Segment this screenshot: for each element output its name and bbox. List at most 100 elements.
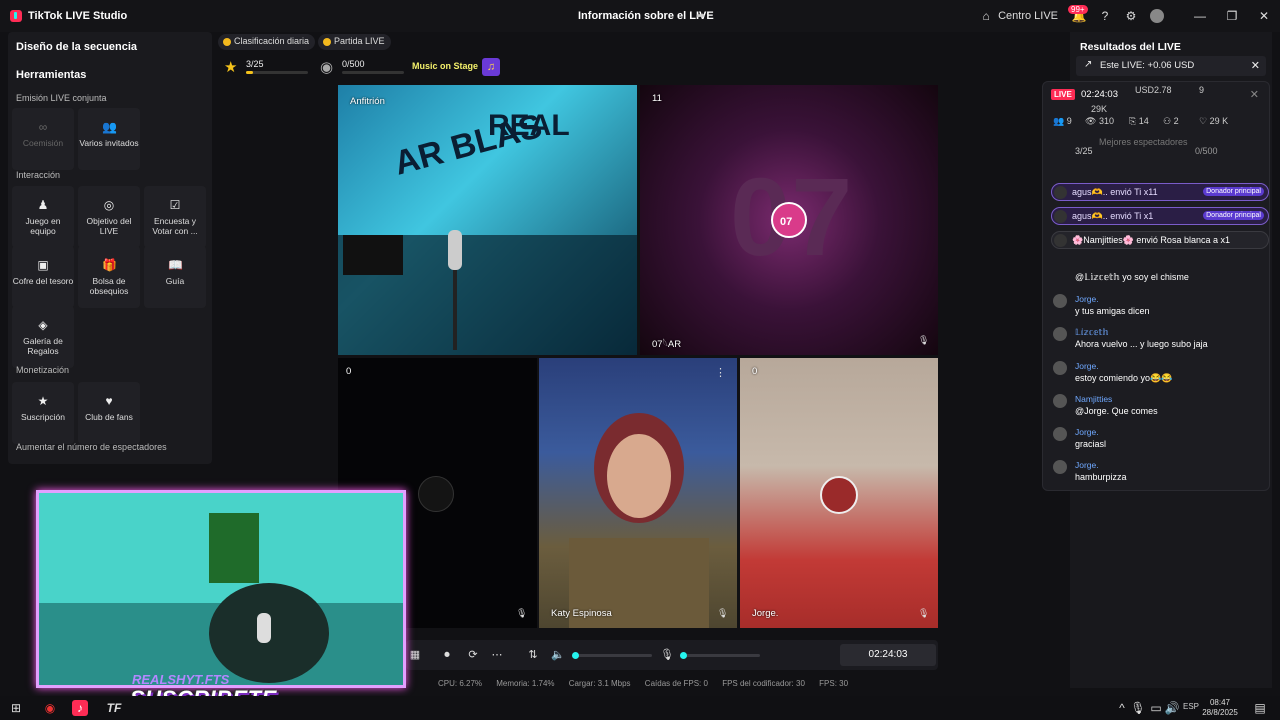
clasificacion-label: Clasificación diaria — [234, 36, 310, 46]
guest-video-4[interactable]: 0 Jorge. 🎙 — [740, 358, 938, 628]
app-icon[interactable]: ◉ — [42, 700, 58, 716]
minimize-icon[interactable]: — — [1184, 9, 1216, 23]
guest-video-3[interactable]: Katy Espinosa 🎙 ⋮ — [539, 358, 737, 628]
cofre-button[interactable]: ▣ Cofre del tesoro — [12, 246, 74, 308]
guest1-count: 11 — [652, 93, 662, 104]
gifts-count: ⎘ 14 — [1129, 116, 1149, 126]
gift-event-2-text: agus🫶.. envió Ti x1 — [1072, 211, 1154, 221]
avatar[interactable] — [1150, 9, 1164, 23]
book-icon: 📖 — [168, 258, 183, 272]
chat-goal-progress: 3/25 — [1075, 146, 1093, 156]
aumentar-link[interactable]: Aumentar el número de espectadores — [16, 442, 167, 452]
system-clock[interactable]: 08:47 28/8/2025 — [1200, 698, 1240, 718]
settings-icon[interactable]: ⚙ — [1124, 9, 1138, 23]
partida-button[interactable]: Partida LIVE — [318, 34, 391, 50]
guest-video-1[interactable]: 07 07 11 07𓆩AR 🎙 — [640, 85, 938, 355]
guia-label: Guía — [165, 276, 185, 286]
maximize-icon[interactable]: ❐ — [1216, 9, 1248, 23]
likes-count: ♡ 29 K — [1199, 116, 1229, 126]
volume-icon[interactable]: 🔊 — [1164, 700, 1180, 716]
link-icon: ∞ — [38, 120, 48, 134]
heart-icon: ♥ — [105, 394, 113, 408]
left-panel: Diseño de la secuencia Herramientas Emis… — [8, 32, 212, 464]
network-icon[interactable]: ▭ — [1148, 700, 1164, 716]
suscripcion-button[interactable]: ★ Suscripción — [12, 382, 74, 444]
tiktok-app-icon[interactable]: ♪ — [72, 700, 88, 716]
record-icon[interactable]: ⏺ — [440, 648, 454, 662]
close-icon[interactable]: ✕ — [1250, 88, 1259, 101]
users-icon: 👥 — [102, 120, 117, 134]
objetivo-label: Objetivo del LIVE — [86, 216, 132, 236]
control-bar: ▦ ⏺ ⟳ ⋯ ⇅ 🔈 🎙 02:24:03 — [406, 640, 938, 670]
coin-icon — [323, 38, 331, 46]
clock-time: 08:47 — [1209, 698, 1231, 707]
juego-button[interactable]: ♟ Juego en equipo — [12, 186, 74, 248]
guia-button[interactable]: 📖 Guía — [144, 246, 206, 308]
more-icon[interactable]: ⋮ — [715, 366, 726, 379]
chat-time: 02:24:03 — [1081, 89, 1118, 100]
close-icon[interactable]: ✕ — [1251, 59, 1260, 72]
objetivo-button[interactable]: ◎ Objetivo del LIVE — [78, 186, 140, 248]
guest2-avatar — [418, 476, 454, 512]
bolsa-label: Bolsa de obsequios — [89, 276, 129, 296]
chat-message-text: graciasl — [1075, 439, 1107, 449]
mic-icon[interactable]: 🎙 — [918, 608, 929, 619]
chat-message-text: y tus amigas dicen — [1075, 306, 1150, 316]
language-indicator[interactable]: ESP — [1183, 702, 1199, 711]
volume-slider[interactable] — [572, 652, 652, 659]
tf-app-icon[interactable]: TF — [106, 700, 122, 716]
mic-slider[interactable] — [680, 652, 760, 659]
bolsa-button[interactable]: 🎁 Bolsa de obsequios — [78, 246, 140, 308]
mic-icon[interactable]: 🎙 — [918, 335, 929, 346]
share-icon[interactable]: ➦ — [696, 9, 708, 22]
avatar — [1053, 460, 1067, 474]
top-viewers-label[interactable]: Mejores espectadores — [1099, 137, 1188, 147]
goal-progress[interactable]: ★ 3/25 — [220, 56, 310, 78]
results-title: Resultados del LIVE — [1080, 41, 1181, 53]
notification-badge: 99+ — [1068, 5, 1088, 14]
clasificacion-button[interactable]: Clasificación diaria — [218, 34, 316, 50]
chevron-up-icon[interactable]: ^ — [1114, 700, 1130, 716]
windows-icon[interactable]: ⊞ — [8, 700, 24, 716]
mic-icon[interactable]: 🎙 — [516, 608, 527, 619]
mic-icon[interactable]: 🎙 — [717, 608, 728, 619]
svg-text:REAL: REAL — [488, 109, 570, 142]
galeria-button[interactable]: ◈ Galería de Regalos — [12, 306, 74, 368]
goal-progress-bar — [246, 71, 308, 74]
centro-live-button[interactable]: ⌂ Centro LIVE — [979, 9, 1058, 23]
gift-event-2[interactable]: agus🫶.. envió Ti x1 Donador principal — [1051, 207, 1269, 225]
club-button[interactable]: ♥ Club de fans — [78, 382, 140, 444]
goal-progress-value: 3/25 — [246, 59, 264, 69]
chat-username: Jorge. — [1075, 294, 1099, 304]
close-icon[interactable]: ✕ — [1248, 9, 1280, 23]
gift-event-3[interactable]: 🌸Namjitties🌸 envió Rosa blanca a x1 — [1051, 231, 1269, 249]
follows-value: 2 — [1173, 116, 1179, 126]
host-video-graffiti: AR BLAS REAL — [338, 107, 637, 355]
notifications-icon[interactable]: ▤ — [1252, 700, 1268, 716]
layout-icon[interactable]: ▦ — [408, 648, 422, 662]
tiktok-logo-icon — [10, 10, 22, 22]
guest3-name: Katy Espinosa — [551, 608, 612, 619]
help-icon[interactable]: ? — [1098, 9, 1112, 23]
mic-tray-icon[interactable]: 🎙 — [1130, 700, 1146, 716]
host-video[interactable]: AR BLAS REAL Anfitrión — [338, 85, 637, 355]
cofre-label: Cofre del tesoro — [12, 276, 74, 286]
microphone-icon[interactable]: 🎙 — [660, 648, 674, 662]
gift-event-1[interactable]: agus🫶.. envió Ti x11 Donador principal — [1051, 183, 1269, 201]
encuesta-button[interactable]: ☑ Encuesta y Votar con ... — [144, 186, 206, 248]
music-on-stage-button[interactable]: Music on Stage — [412, 61, 478, 71]
juego-label: Juego en equipo — [25, 216, 61, 236]
rotate-icon[interactable]: ⟳ — [466, 648, 480, 662]
este-live-row[interactable]: ↗ Este LIVE: +0.06 USD ✕ — [1076, 56, 1266, 76]
views-count: 👁 310 — [1085, 116, 1114, 126]
live-info-title[interactable]: Información sobre el LIVE — [578, 10, 714, 22]
more-icon[interactable]: ⋯ — [490, 648, 504, 662]
mixer-icon[interactable]: ⇅ — [526, 648, 540, 662]
coemision-button[interactable]: ∞ Coemisión — [12, 108, 74, 170]
speaker-icon[interactable]: 🔈 — [551, 648, 565, 662]
avatar — [1053, 427, 1067, 441]
goal2-progress[interactable]: ◉ 0/500 — [316, 56, 406, 78]
chat-username: Jorge. — [1075, 361, 1099, 371]
varios-invitados-button[interactable]: 👥 Varios invitados — [78, 108, 140, 170]
section-title[interactable]: Diseño de la secuencia — [16, 41, 137, 53]
